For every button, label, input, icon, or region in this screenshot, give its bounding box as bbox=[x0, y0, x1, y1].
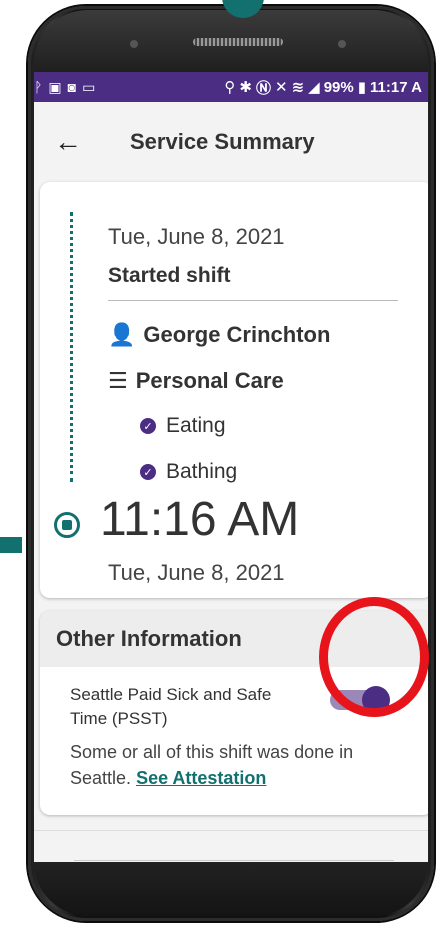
service-row: ☰ Personal Care bbox=[108, 368, 284, 394]
person-icon: 👤 bbox=[108, 322, 136, 347]
divider bbox=[74, 860, 394, 861]
pin-icon: ᚹ bbox=[34, 79, 43, 95]
battery-icon: ▮ bbox=[357, 79, 367, 96]
location-icon: ⚲ bbox=[224, 79, 236, 96]
psst-label: Seattle Paid Sick and Safe Time (PSST) bbox=[70, 685, 272, 728]
client-name: George Crinchton bbox=[143, 322, 331, 347]
psst-note: Some or all of this shift was done in Se… bbox=[70, 739, 400, 791]
app-icon: ◙ bbox=[67, 79, 77, 95]
clock: 11:17 A bbox=[370, 78, 422, 96]
list-icon: ☰ bbox=[108, 368, 128, 393]
phone-screen: ᚹ ▣ ◙ ▭ ⚲ ✱ Ⓝ ✕ ≋ ◢ 99% ▮ 11:17 A ← Serv… bbox=[34, 72, 428, 862]
signal-icon: ◢ bbox=[308, 79, 320, 96]
status-right: ⚲ ✱ Ⓝ ✕ ≋ ◢ 99% ▮ 11:17 A bbox=[224, 77, 422, 98]
image-icon: ▣ bbox=[48, 79, 62, 95]
stop-shift-icon bbox=[54, 512, 80, 538]
shift-event-label: Started shift bbox=[108, 264, 231, 287]
timeline-card: Tue, June 8, 2021 Started shift 👤 George… bbox=[40, 182, 428, 598]
app-header: ← Service Summary bbox=[34, 102, 428, 182]
phone-bottom-bezel bbox=[34, 862, 428, 916]
shift-start-date: Tue, June 8, 2021 bbox=[108, 224, 285, 249]
phone-top-bezel bbox=[34, 10, 428, 72]
page-title: Service Summary bbox=[130, 129, 315, 154]
task-item: ✓ Eating bbox=[140, 414, 226, 438]
battery-percent: 99% bbox=[323, 78, 354, 96]
wifi-icon: ≋ bbox=[291, 79, 305, 96]
divider bbox=[108, 300, 398, 301]
task-label: Bathing bbox=[166, 460, 238, 483]
check-circle-icon: ✓ bbox=[140, 418, 156, 434]
bottom-area bbox=[34, 824, 428, 862]
bluetooth-icon: ✱ bbox=[239, 79, 252, 96]
timeline-dotted-line bbox=[70, 212, 73, 482]
shift-end-date: Tue, June 8, 2021 bbox=[108, 560, 285, 585]
nfc-icon: Ⓝ bbox=[256, 79, 272, 97]
shift-end-time: 11:16 AM bbox=[100, 493, 300, 546]
client-row: 👤 George Crinchton bbox=[108, 322, 330, 348]
mute-icon: ✕ bbox=[275, 79, 288, 96]
divider bbox=[34, 830, 428, 831]
earpiece-speaker bbox=[193, 38, 283, 46]
back-arrow-icon[interactable]: ← bbox=[54, 126, 94, 158]
status-left-icons: ᚹ ▣ ◙ ▭ bbox=[34, 80, 95, 94]
sensor-dot bbox=[130, 40, 138, 48]
task-label: Eating bbox=[166, 414, 226, 437]
check-circle-icon: ✓ bbox=[140, 464, 156, 480]
highlight-annotation-circle bbox=[319, 597, 429, 717]
see-attestation-link[interactable]: See Attestation bbox=[136, 768, 266, 788]
screen-icon: ▭ bbox=[82, 79, 96, 95]
camera-dot bbox=[338, 40, 346, 48]
status-bar: ᚹ ▣ ◙ ▭ ⚲ ✱ Ⓝ ✕ ≋ ◢ 99% ▮ 11:17 A bbox=[34, 72, 428, 102]
teal-annotation-marker bbox=[0, 537, 22, 553]
service-name: Personal Care bbox=[135, 368, 284, 393]
task-item: ✓ Bathing bbox=[140, 460, 237, 484]
